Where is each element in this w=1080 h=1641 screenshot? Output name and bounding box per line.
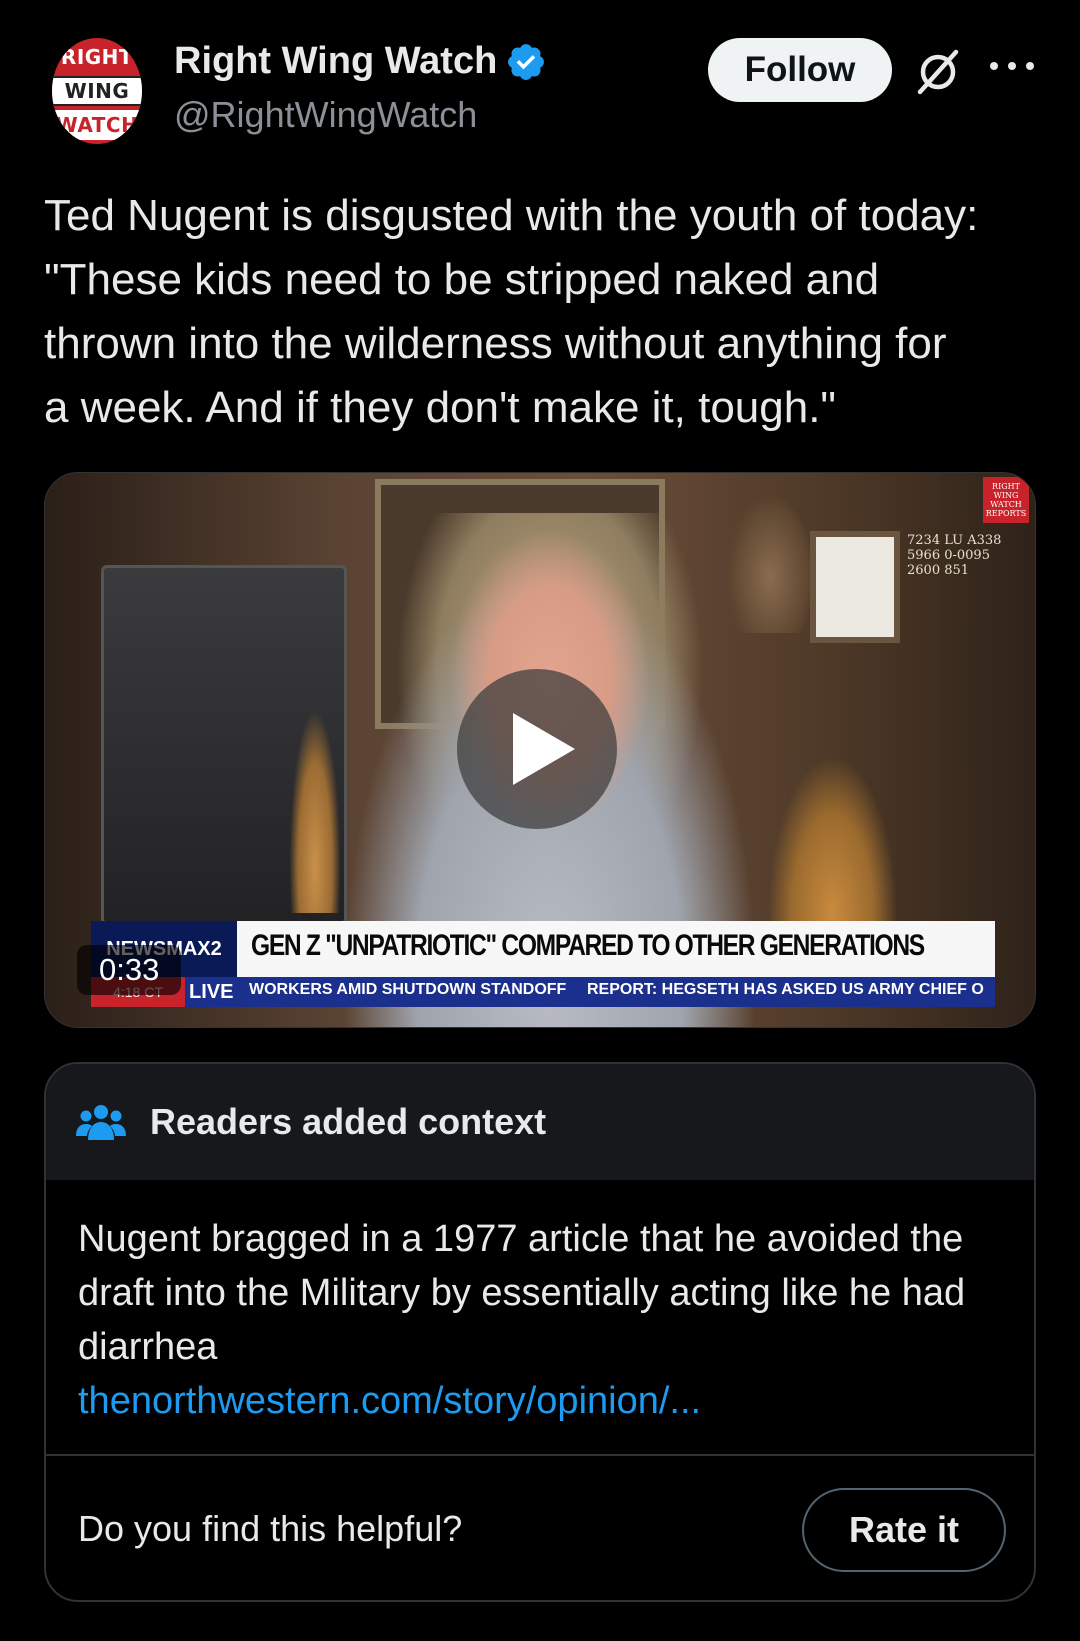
people-icon: [76, 1105, 126, 1140]
ticker-text-1: WORKERS AMID SHUTDOWN STANDOFF: [249, 981, 567, 998]
more-dot: [1008, 62, 1016, 70]
play-button[interactable]: [457, 669, 617, 829]
chyron-headline: GEN Z "UNPATRIOTIC" COMPARED TO OTHER GE…: [251, 929, 925, 962]
more-dot: [1026, 62, 1034, 70]
more-dot: [990, 62, 998, 70]
community-note-body: Nugent bragged in a 1977 article that he…: [78, 1212, 1008, 1428]
tweet-text: Ted Nugent is disgusted with the youth o…: [44, 191, 979, 432]
author-name[interactable]: Right Wing Watch: [174, 40, 497, 83]
author-handle[interactable]: @RightWingWatch: [174, 94, 477, 136]
play-icon: [513, 713, 575, 785]
video-ticker: 4:18 CT LIVE WORKERS AMID SHUTDOWN STAND…: [91, 977, 995, 1007]
video-dog-picture: [810, 531, 900, 643]
helpful-prompt: Do you find this helpful?: [78, 1508, 463, 1549]
video-chyron: NEWSMAX2 GEN Z "UNPATRIOTIC" COMPARED TO…: [91, 921, 995, 977]
more-icon[interactable]: [990, 56, 1034, 76]
avatar-line-3: WATCH: [52, 110, 142, 140]
author-avatar[interactable]: RIGHT WING WATCH: [52, 38, 142, 144]
verified-badge-icon: [508, 43, 545, 80]
community-note-card: Readers added context Nugent bragged in …: [44, 1062, 1036, 1602]
card-divider: [46, 1454, 1034, 1456]
video-license-plates: 7234 LU A338 5966 0-0095 2600 851: [907, 533, 1002, 578]
rate-it-button[interactable]: Rate it: [802, 1488, 1006, 1572]
ticker-text-2: REPORT: HEGSETH HAS ASKED US ARMY CHIEF …: [587, 981, 984, 998]
video-duration: 0:33: [77, 945, 182, 995]
avatar-line-2: WING: [52, 76, 142, 106]
community-note-header: Readers added context: [46, 1064, 1034, 1180]
community-note-link[interactable]: thenorthwestern.com/story/opinion/...: [78, 1374, 1008, 1428]
grok-icon[interactable]: [912, 46, 964, 98]
community-note-text: Nugent bragged in a 1977 article that he…: [78, 1218, 966, 1368]
video-player[interactable]: RIGHT WING WATCH REPORTS 7234 LU A338 59…: [44, 472, 1036, 1028]
avatar-line-1: RIGHT: [52, 42, 142, 72]
video-watermark: RIGHT WING WATCH REPORTS: [983, 477, 1029, 523]
follow-button[interactable]: Follow: [708, 38, 892, 102]
author-name-row[interactable]: Right Wing Watch: [174, 40, 547, 83]
community-note-title: Readers added context: [150, 1101, 547, 1142]
live-label: LIVE: [189, 977, 241, 1007]
